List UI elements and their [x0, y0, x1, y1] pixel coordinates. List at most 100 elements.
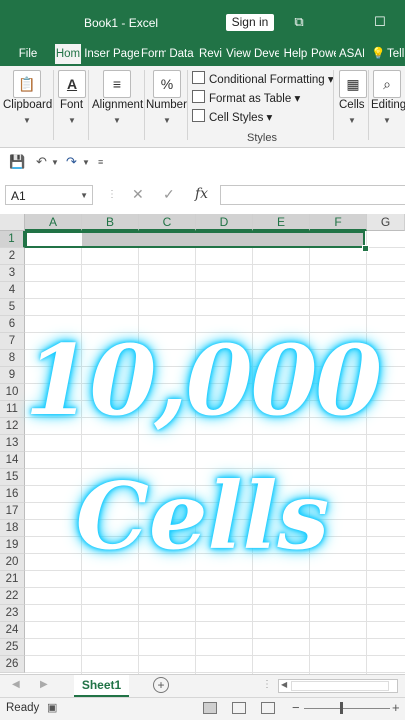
row-header-25[interactable]: 25 [0, 639, 25, 656]
scrollbar-thumb[interactable] [291, 681, 389, 691]
status-bar: Ready ▣ − + [0, 697, 405, 720]
alignment-icon: ≡ [103, 70, 131, 98]
tab-home[interactable]: Hom [55, 44, 81, 66]
table-icon [192, 90, 205, 103]
fill-handle[interactable] [362, 245, 369, 252]
tab-formulas[interactable]: Form [141, 44, 166, 66]
row-header-3[interactable]: 3 [0, 265, 25, 282]
alignment-group[interactable]: ≡ Alignment ▼ [89, 66, 144, 147]
font-label: Font [60, 99, 84, 111]
add-sheet-icon[interactable]: + [153, 677, 169, 693]
clipboard-group[interactable]: 📋 Clipboard ▼ [0, 66, 52, 147]
divider [187, 70, 188, 140]
active-cell-a1[interactable] [27, 233, 82, 246]
column-header-e[interactable]: E [253, 214, 310, 231]
column-header-a[interactable]: A [25, 214, 82, 231]
insert-function-icon[interactable]: fx [195, 186, 208, 202]
next-sheet-icon[interactable]: ▶ [40, 679, 48, 690]
tab-view[interactable]: View [226, 44, 251, 66]
sheet-tabs-bar: ◀ ▶ Sheet1 + ⋮ ◀ [0, 674, 405, 697]
row-gridline [25, 587, 405, 588]
horizontal-scrollbar[interactable]: ◀ [278, 679, 398, 693]
worksheet-grid[interactable]: ABCDEFG 1 2 3 4 5 6 7 8 9 10 11 12 13 14 15 16 17 18 19 20 2… [0, 214, 405, 674]
sheet-tab-sheet1[interactable]: Sheet1 [74, 675, 129, 697]
row-gridline [25, 655, 405, 656]
row-gridline [25, 672, 405, 673]
chevron-down-icon[interactable]: ▼ [82, 158, 90, 167]
page-break-view-icon[interactable] [261, 702, 275, 714]
tab-review[interactable]: Revi [198, 44, 223, 66]
row-header-23[interactable]: 23 [0, 605, 25, 622]
undo-icon[interactable]: ↶ [36, 154, 47, 170]
row-header-14[interactable]: 14 [0, 452, 25, 469]
tab-data[interactable]: Data [169, 44, 194, 66]
tab-tell-me[interactable]: Tell [387, 44, 405, 66]
formula-input[interactable] [220, 185, 405, 205]
chevron-down-icon[interactable]: ▼ [51, 158, 59, 167]
font-group[interactable]: A Font ▼ [54, 66, 88, 147]
row-gridline [25, 570, 405, 571]
row-header-22[interactable]: 22 [0, 588, 25, 605]
styles-group-label: Styles [247, 132, 277, 144]
zoom-in-icon[interactable]: + [392, 700, 400, 715]
tab-page-layout[interactable]: Page [113, 44, 139, 66]
page-layout-view-icon[interactable] [232, 702, 246, 714]
zoom-slider[interactable] [304, 708, 390, 709]
row-gridline [25, 264, 405, 265]
enter-icon[interactable]: ✓ [163, 186, 175, 203]
chevron-down-icon: ▼ [80, 191, 88, 200]
tab-power[interactable]: Powe [311, 44, 336, 66]
cancel-icon[interactable]: ✕ [132, 186, 144, 203]
column-gridline [81, 231, 82, 674]
chevron-down-icon: ▼ [113, 116, 121, 125]
save-icon[interactable]: 💾 [9, 154, 25, 170]
cells-group[interactable]: ▦ Cells ▼ [334, 66, 368, 147]
clipboard-label: Clipboard [3, 99, 53, 111]
zoom-out-icon[interactable]: − [292, 700, 300, 715]
maximize-icon[interactable]: ☐ [370, 12, 390, 32]
column-header-f[interactable]: F [310, 214, 367, 231]
column-header-d[interactable]: D [196, 214, 253, 231]
row-header-4[interactable]: 4 [0, 282, 25, 299]
row-gridline [25, 604, 405, 605]
tab-developer[interactable]: Deve [254, 44, 279, 66]
column-header-c[interactable]: C [139, 214, 196, 231]
select-all-corner[interactable] [0, 214, 25, 231]
lightbulb-icon[interactable]: 💡 [371, 44, 385, 66]
column-header-g[interactable]: G [367, 214, 405, 231]
tab-insert[interactable]: Inser [84, 44, 110, 66]
cell-styles-button[interactable]: Cell Styles ▾ [192, 109, 272, 125]
prev-sheet-icon[interactable]: ◀ [12, 679, 20, 690]
restore-icon[interactable]: ⧉ [289, 12, 309, 32]
search-icon: ⌕ [373, 70, 401, 98]
name-box[interactable]: A1 ▼ [5, 185, 93, 205]
column-gridline [309, 231, 310, 674]
zoom-slider-thumb[interactable] [340, 702, 343, 714]
conditional-formatting-icon [192, 71, 205, 84]
tab-asai[interactable]: ASAI [339, 44, 364, 66]
row-header-26[interactable]: 26 [0, 656, 25, 673]
number-group[interactable]: % Number ▼ [145, 66, 187, 147]
sign-in-button[interactable]: Sign in [226, 14, 274, 31]
normal-view-icon[interactable] [203, 702, 217, 714]
customize-icon[interactable]: ≡ [98, 157, 103, 167]
row-header-5[interactable]: 5 [0, 299, 25, 316]
format-as-table-button[interactable]: Format as Table ▾ [192, 90, 300, 106]
row-header-6[interactable]: 6 [0, 316, 25, 333]
scroll-left-icon[interactable]: ◀ [281, 680, 287, 689]
redo-icon[interactable]: ↷ [66, 154, 77, 170]
tab-help[interactable]: Help [283, 44, 308, 66]
row-header-1[interactable]: 1 [0, 231, 25, 248]
macro-record-icon[interactable]: ▣ [47, 701, 57, 714]
column-header-b[interactable]: B [82, 214, 139, 231]
editing-group[interactable]: ⌕ Editing ▼ [369, 66, 405, 147]
row-header-2[interactable]: 2 [0, 248, 25, 265]
row-gridline [25, 281, 405, 282]
number-label: Number [146, 99, 187, 111]
conditional-formatting-button[interactable]: Conditional Formatting ▾ [192, 71, 334, 87]
row-header-24[interactable]: 24 [0, 622, 25, 639]
editing-label: Editing [371, 99, 405, 111]
row-header-21[interactable]: 21 [0, 571, 25, 588]
row-header-13[interactable]: 13 [0, 435, 25, 452]
tab-file[interactable]: File [14, 44, 42, 66]
